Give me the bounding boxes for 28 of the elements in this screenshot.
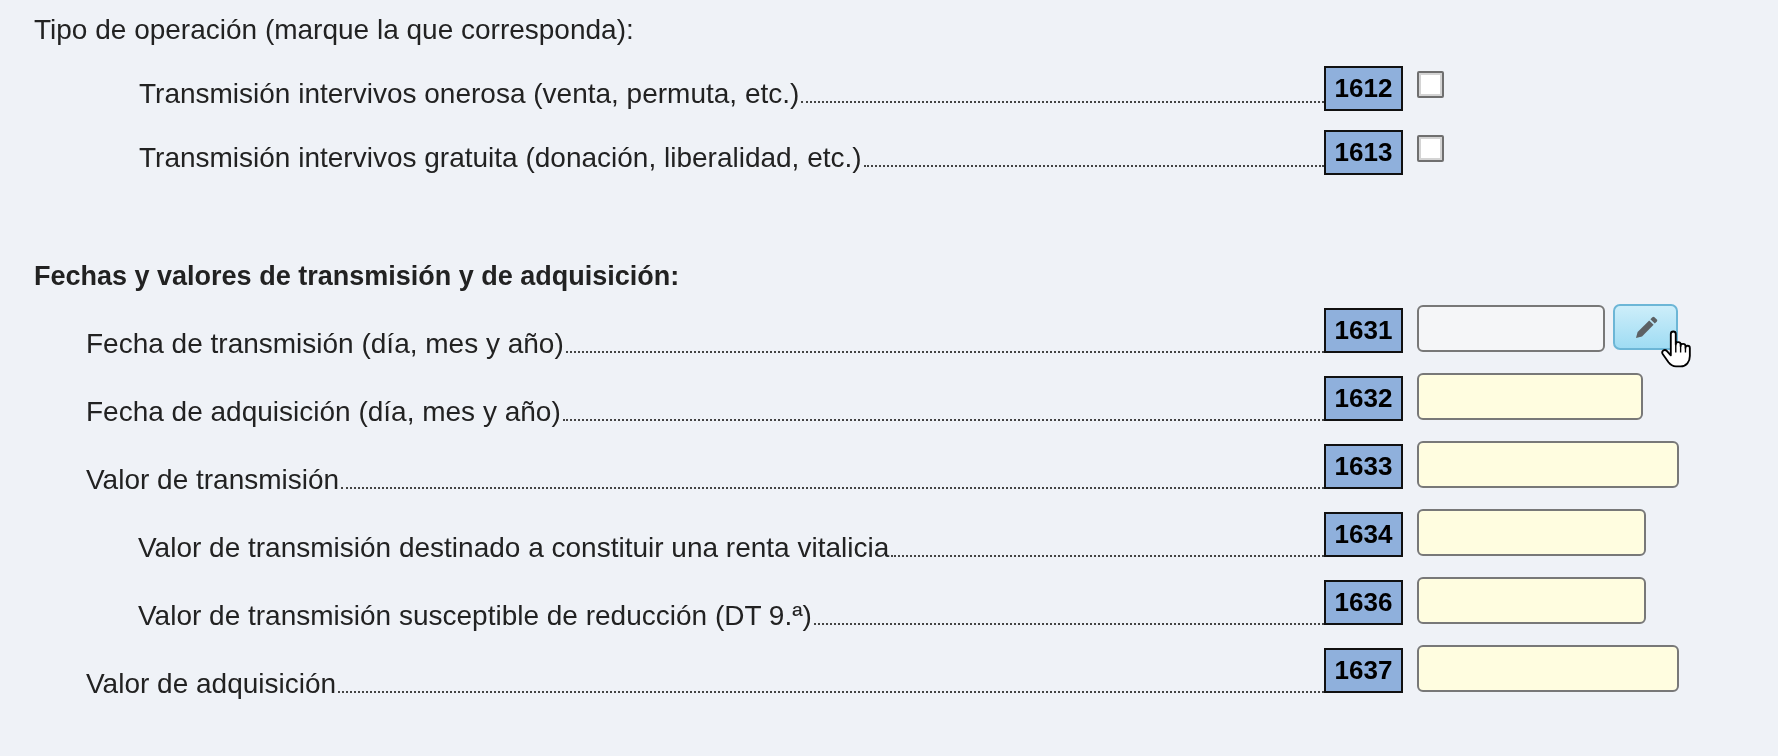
input-field[interactable] [1417,645,1679,692]
input-field[interactable] [1417,509,1646,556]
pencil-icon [1633,314,1658,340]
field-label: Transmisión intervivos gratuita (donación, liberalidad, etc.) [139,141,862,175]
input-field[interactable] [1417,373,1643,420]
field-label: Fecha de adquisición (día, mes y año) [86,395,561,429]
field-code: 1633 [1324,444,1403,489]
field-code: 1613 [1324,130,1403,175]
checkbox[interactable] [1417,135,1444,162]
checkbox[interactable] [1417,71,1444,98]
input-field[interactable] [1417,305,1605,352]
field-code: 1634 [1324,512,1403,557]
section-heading: Fechas y valores de transmisión y de adquisición: [34,260,680,293]
field-label: Valor de transmisión [86,463,340,497]
field-code: 1632 [1324,376,1403,421]
input-field[interactable] [1417,577,1646,624]
field-label: Valor de transmisión destinado a constituir una renta vitalicia [138,531,890,565]
field-label: Valor de adquisición [86,667,337,701]
field-code: 1637 [1324,648,1403,693]
field-code: 1612 [1324,66,1403,111]
edit-button[interactable] [1613,304,1678,350]
field-code: 1636 [1324,580,1403,625]
section-prompt: Tipo de operación (marque la que corresponda): [34,13,634,47]
field-label: Fecha de transmisión (día, mes y año) [86,327,564,361]
field-label: Transmisión intervivos onerosa (venta, permuta, etc.) [139,77,800,111]
field-label: Valor de transmisión susceptible de reducción (DT 9.ª) [138,599,812,633]
input-field[interactable] [1417,441,1679,488]
field-code: 1631 [1324,308,1403,353]
